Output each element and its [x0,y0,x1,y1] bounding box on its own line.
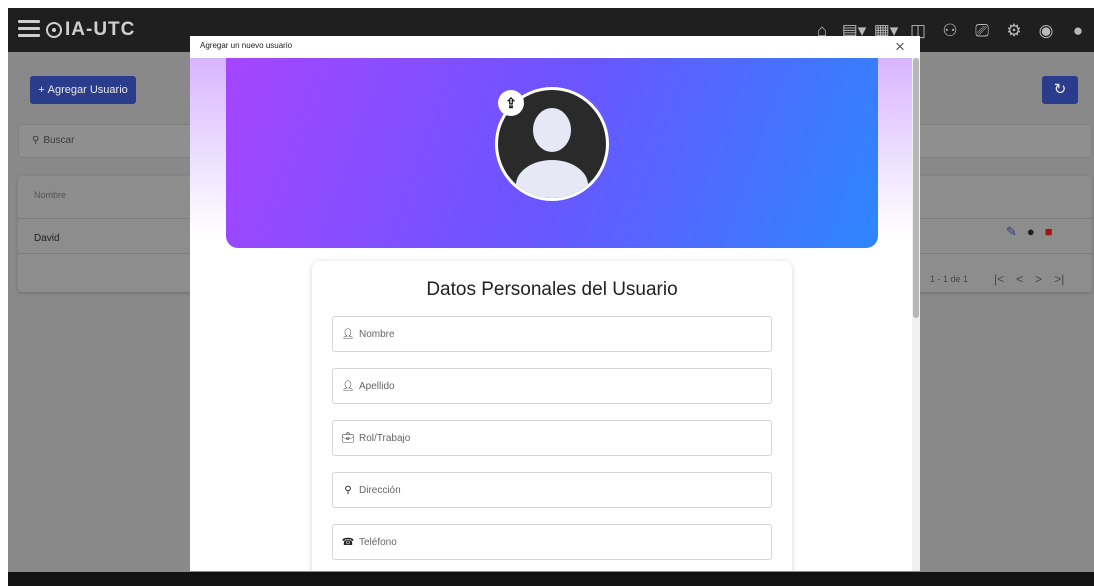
add-user-label: Agregar Usuario [47,84,128,96]
dialog-scrollbar-thumb[interactable] [913,58,919,318]
account-circle-icon[interactable]: ● [1062,18,1094,44]
person-icon: 👤︎ [341,380,355,392]
pagination-range: 1 - 1 de 1 [930,274,969,284]
add-user-dialog: Agregar un nuevo usuario × ⇪ Datos Perso… [190,36,920,571]
first-name-field[interactable]: 👤︎ [332,316,772,352]
last-name-input[interactable] [359,380,759,392]
phone-icon: ☎ [341,536,355,548]
eye-icon[interactable]: ◉ [1030,18,1062,44]
dialog-title: Agregar un nuevo usuario [200,41,293,50]
last-name-field[interactable]: 👤︎ [332,368,772,404]
edit-icon[interactable]: ✎ [1006,224,1017,240]
reload-icon: ↻ [1053,81,1067,98]
logo-icon [46,22,62,38]
next-page-icon[interactable]: > [1035,272,1042,286]
search-icon: ⚲ [32,135,40,146]
row-actions: ✎ ● ■ [1006,224,1053,240]
role-field[interactable]: 💼︎ [332,420,772,456]
briefcase-icon: 💼︎ [341,432,355,444]
role-input[interactable] [359,432,759,444]
avatar-placeholder-icon [533,108,571,152]
column-header-nombre[interactable]: Nombre [34,190,66,200]
app-logo-text: IA-UTC [65,19,136,40]
search-field-label: ⚲ Buscar [32,135,74,146]
avatar-body [516,160,588,198]
first-name-input[interactable] [359,328,759,340]
dialog-header: Agregar un nuevo usuario × [190,36,920,58]
location-pin-icon: ⚲ [344,484,352,496]
plus-icon: + [38,84,45,96]
last-page-icon[interactable]: >| [1054,272,1064,286]
phone-field[interactable]: ☎ [332,524,772,560]
address-input[interactable] [359,484,759,496]
footer-content [383,573,718,583]
person-icon: 👤︎ [341,328,355,340]
upload-photo-icon[interactable]: ⇪ [498,90,524,116]
address-field[interactable]: ⚲ [332,472,772,508]
team-settings-icon[interactable]: ⚙ [998,18,1030,44]
user-detail-icon[interactable]: ● [1027,224,1035,240]
close-icon[interactable]: × [895,37,905,57]
personal-data-card: Datos Personales del Usuario 👤︎ 👤︎ 💼︎ ⚲ … [312,261,792,571]
reload-button[interactable]: ↻ [1042,76,1078,104]
phone-input[interactable] [359,536,759,548]
search-placeholder: Buscar [43,135,75,146]
card-title: Datos Personales del Usuario [426,279,678,300]
table-cell-name: David [34,233,60,244]
table-pagination: 1 - 1 de 1 |< < > >| [930,272,1064,286]
prev-page-icon[interactable]: < [1016,272,1023,286]
users-group-icon[interactable]: ⚇ [934,18,966,44]
delete-icon[interactable]: ■ [1045,224,1053,240]
add-user-button[interactable]: + Agregar Usuario [30,76,136,104]
hamburger-menu-icon[interactable] [18,20,40,40]
app-logo[interactable]: IA-UTC [46,19,135,41]
first-page-icon[interactable]: |< [994,272,1004,286]
screen-share-icon[interactable]: ⎚ [966,18,998,44]
